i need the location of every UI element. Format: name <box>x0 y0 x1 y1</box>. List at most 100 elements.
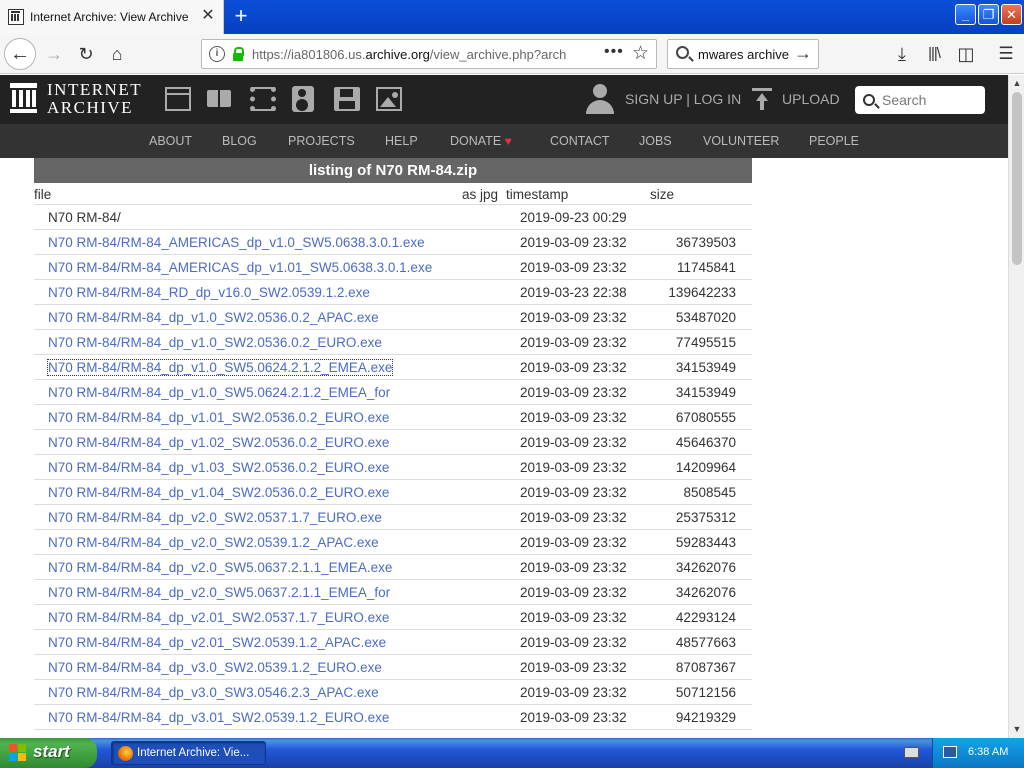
upload-link[interactable]: UPLOAD <box>782 91 840 107</box>
file-link[interactable]: N70 RM-84/RM-84_dp_v3.01_SW2.0539.1.2_EU… <box>48 710 389 725</box>
upload-icon[interactable] <box>752 88 772 110</box>
file-link[interactable]: N70 RM-84/RM-84_dp_v1.03_SW2.0536.0.2_EU… <box>48 460 389 475</box>
nav-help[interactable]: HELP <box>385 134 418 148</box>
file-link[interactable]: N70 RM-84/RM-84_dp_v1.0_SW2.0536.0.2_APA… <box>48 310 379 325</box>
scrollbar-thumb[interactable] <box>1012 92 1022 265</box>
file-link[interactable]: N70 RM-84/RM-84_dp_v2.01_SW2.0539.1.2_AP… <box>48 635 386 650</box>
file-timestamp: 2019-09-23 00:29 <box>520 210 627 225</box>
table-row: N70 RM-84/RM-84_dp_v3.01_SW2.0539.1.2_EU… <box>34 705 752 730</box>
nav-blog[interactable]: BLOG <box>222 134 257 148</box>
table-row: N70 RM-84/RM-84_dp_v1.0_SW5.0624.2.1.2_E… <box>34 355 752 380</box>
nav-contact[interactable]: CONTACT <box>550 134 610 148</box>
file-link[interactable]: N70 RM-84/RM-84_dp_v1.02_SW2.0536.0.2_EU… <box>48 435 389 450</box>
file-link[interactable]: N70 RM-84/RM-84_RD_dp_v16.0_SW2.0539.1.2… <box>48 285 370 300</box>
url-text[interactable]: https://ia801806.us.archive.org/view_arc… <box>252 47 570 62</box>
file-link[interactable]: N70 RM-84/RM-84_dp_v1.01_SW2.0536.0.2_EU… <box>48 410 389 425</box>
windows-taskbar: start Internet Archive: Vie... 6:38 AM <box>0 738 1024 768</box>
table-row: N70 RM-84/RM-84_dp_v1.0_SW2.0536.0.2_EUR… <box>34 330 752 355</box>
scroll-down-arrow-icon[interactable]: ▼ <box>1011 723 1023 735</box>
search-icon <box>676 46 689 59</box>
archive-logo-icon[interactable] <box>10 83 37 113</box>
file-link[interactable]: N70 RM-84/RM-84_dp_v1.0_SW5.0624.2.1.2_E… <box>48 385 390 400</box>
nav-volunteer[interactable]: VOLUNTEER <box>703 134 779 148</box>
file-link[interactable]: N70 RM-84/RM-84_dp_v1.0_SW2.0536.0.2_EUR… <box>48 335 382 350</box>
url-path: /view_archive.php?arch <box>429 47 567 62</box>
nav-about[interactable]: ABOUT <box>149 134 192 148</box>
file-link[interactable]: N70 RM-84/RM-84_dp_v3.0_SW3.0546.2.3_APA… <box>48 685 379 700</box>
table-row: N70 RM-84/RM-84_dp_v2.01_SW2.0537.1.7_EU… <box>34 605 752 630</box>
file-link[interactable]: N70 RM-84/RM-84_dp_v3.0_SW2.0539.1.2_EUR… <box>48 660 382 675</box>
column-header-timestamp: timestamp <box>506 187 569 202</box>
forward-button[interactable]: → <box>40 40 68 68</box>
taskbar-firefox-item[interactable]: Internet Archive: Vie... <box>111 741 266 765</box>
browser-tab[interactable]: Internet Archive: View Archive ✕ <box>0 0 224 34</box>
taskbar-clock[interactable]: 6:38 AM <box>968 746 1008 758</box>
file-link[interactable]: N70 RM-84/RM-84_dp_v2.0_SW2.0537.1.7_EUR… <box>48 510 382 525</box>
file-timestamp: 2019-03-09 23:32 <box>520 660 627 675</box>
file-size: 139642233 <box>668 285 736 300</box>
tab-close-icon[interactable]: ✕ <box>199 7 217 25</box>
network-icon[interactable] <box>943 746 957 758</box>
ia-logo-text[interactable]: INTERNET ARCHIVE <box>47 81 147 117</box>
home-button[interactable]: ⌂ <box>103 40 131 68</box>
ia-search-input[interactable]: Search <box>855 86 985 114</box>
browser-search-box[interactable]: mwares archive → <box>667 39 819 69</box>
images-icon[interactable] <box>376 87 402 111</box>
file-link[interactable]: N70 RM-84/RM-84_dp_v1.04_SW2.0536.0.2_EU… <box>48 485 389 500</box>
table-row: N70 RM-84/RM-84_dp_v2.01_SW2.0539.1.2_AP… <box>34 630 752 655</box>
tab-title: Internet Archive: View Archive <box>30 10 189 24</box>
window-close-button[interactable]: ✕ <box>1001 4 1022 25</box>
file-timestamp: 2019-03-09 23:32 <box>520 585 627 600</box>
page-actions-icon[interactable]: ••• <box>604 43 624 61</box>
search-go-icon[interactable]: → <box>794 43 812 64</box>
nav-projects[interactable]: PROJECTS <box>288 134 355 148</box>
file-link[interactable]: N70 RM-84/RM-84_AMERICAS_dp_v1.01_SW5.06… <box>48 260 432 275</box>
new-tab-button[interactable]: + <box>228 3 254 29</box>
nav-people[interactable]: PEOPLE <box>809 134 859 148</box>
page-scrollbar[interactable]: ▲ ▼ <box>1008 75 1024 738</box>
user-avatar-icon[interactable] <box>586 84 614 114</box>
table-row: N70 RM-84/RM-84_AMERICAS_dp_v1.01_SW5.06… <box>34 255 752 280</box>
system-tray: 6:38 AM <box>932 738 1024 768</box>
file-link[interactable]: N70 RM-84/RM-84_dp_v2.01_SW2.0537.1.7_EU… <box>48 610 389 625</box>
nav-jobs[interactable]: JOBS <box>639 134 672 148</box>
window-minimize-button[interactable]: _ <box>955 4 976 25</box>
reload-button[interactable]: ↻ <box>72 40 100 68</box>
file-size: 34153949 <box>675 360 736 375</box>
secure-lock-icon <box>232 47 244 61</box>
scroll-up-arrow-icon[interactable]: ▲ <box>1011 77 1023 89</box>
library-icon[interactable]: |||\ <box>920 40 948 68</box>
start-button[interactable]: start <box>0 738 97 768</box>
file-link[interactable]: N70 RM-84/RM-84_AMERICAS_dp_v1.0_SW5.063… <box>48 235 425 250</box>
table-row: N70 RM-84/RM-84_dp_v1.03_SW2.0536.0.2_EU… <box>34 455 752 480</box>
table-row: N70 RM-84/RM-84_dp_v3.0_SW3.0546.2.3_APA… <box>34 680 752 705</box>
bookmark-star-icon[interactable]: ☆ <box>632 42 649 65</box>
url-bar[interactable]: i https://ia801806.us.archive.org/view_a… <box>201 39 657 69</box>
downloads-icon[interactable]: ⤓ <box>888 40 916 68</box>
nav-donate[interactable]: DONATE ♥ <box>450 134 512 148</box>
file-link[interactable]: N70 RM-84/RM-84_dp_v1.0_SW5.0624.2.1.2_E… <box>46 359 394 376</box>
signup-login-link[interactable]: SIGN UP | LOG IN <box>625 91 741 107</box>
video-film-icon[interactable] <box>250 87 276 111</box>
table-row: N70 RM-84/RM-84_dp_v2.0_SW5.0637.2.1.1_E… <box>34 580 752 605</box>
file-timestamp: 2019-03-09 23:32 <box>520 410 627 425</box>
texts-book-icon[interactable] <box>207 87 233 111</box>
file-timestamp: 2019-03-09 23:32 <box>520 510 627 525</box>
file-link[interactable]: N70 RM-84/RM-84_dp_v2.0_SW5.0637.2.1.1_E… <box>48 585 390 600</box>
keyboard-icon[interactable] <box>904 747 919 758</box>
sidebar-toggle-icon[interactable]: ◫ <box>952 40 980 68</box>
window-restore-button[interactable]: ❐ <box>978 4 999 25</box>
software-floppy-icon[interactable] <box>334 87 360 111</box>
site-info-icon[interactable]: i <box>209 46 225 62</box>
file-link[interactable]: N70 RM-84/RM-84_dp_v2.0_SW2.0539.1.2_APA… <box>48 535 379 550</box>
audio-speaker-icon[interactable] <box>292 86 314 112</box>
hamburger-menu-icon[interactable]: ☰ <box>992 40 1020 68</box>
url-prefix: https://ia801806.us. <box>252 47 366 62</box>
file-size: 36739503 <box>675 235 736 250</box>
listing-header-row: file as jpg timestamp size <box>34 183 752 205</box>
web-archive-icon[interactable] <box>165 87 191 111</box>
file-link[interactable]: N70 RM-84/RM-84_dp_v2.0_SW5.0637.2.1.1_E… <box>48 560 392 575</box>
back-button[interactable]: ← <box>4 38 36 70</box>
search-query[interactable]: mwares archive <box>698 47 789 62</box>
table-row: N70 RM-84/RM-84_dp_v2.0_SW2.0539.1.2_APA… <box>34 530 752 555</box>
